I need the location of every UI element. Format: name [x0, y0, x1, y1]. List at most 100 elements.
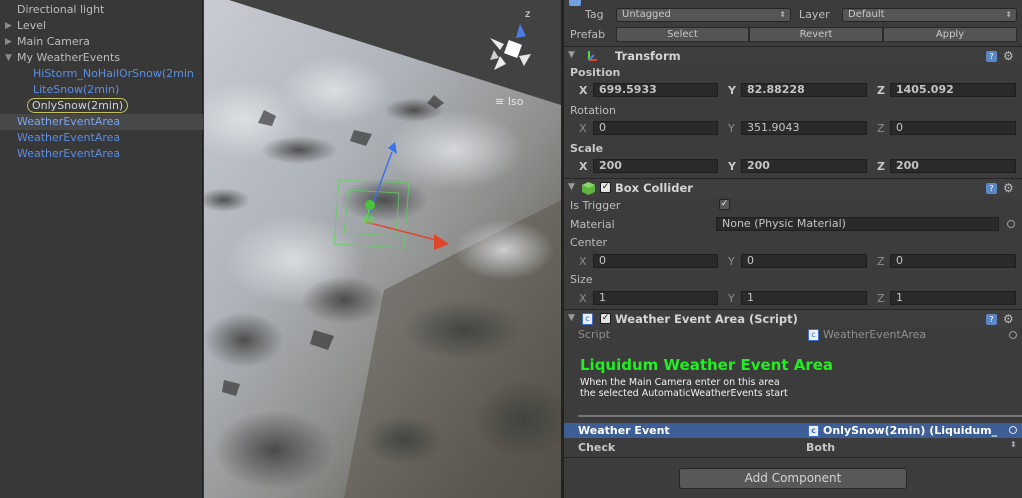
axis-z-label: Z: [877, 84, 885, 97]
section-divider: [578, 415, 1022, 417]
axis-z-label: Z: [877, 122, 885, 135]
check-label: Check: [578, 441, 616, 454]
axis-x-label: X: [579, 292, 587, 305]
help-icon[interactable]: ?: [986, 314, 997, 325]
hierarchy-item-label: LiteSnow(2min): [33, 83, 120, 96]
check-dropdown[interactable]: Both: [806, 441, 835, 454]
hierarchy-item-label: HiStorm_NoHailOrSnow(2min: [33, 67, 194, 80]
hierarchy-item-main-camera[interactable]: ▶ Main Camera: [0, 34, 203, 50]
weather-event-row[interactable]: Weather Event c OnlySnow(2min) (Liquidum_: [564, 423, 1022, 438]
hierarchy-item-label: OnlySnow(2min): [27, 98, 129, 113]
box-collider-enabled-checkbox[interactable]: ✓: [600, 182, 611, 193]
hierarchy-item-level[interactable]: ▶ Level: [0, 18, 203, 34]
hierarchy-item-label: WeatherEventArea: [17, 147, 121, 160]
foldout-arrow-icon[interactable]: ▼: [568, 182, 575, 192]
script-reference[interactable]: c WeatherEventArea: [808, 328, 926, 341]
axis-x-label: X: [579, 122, 587, 135]
weather-event-label: Weather Event: [578, 424, 670, 437]
gear-icon[interactable]: ⚙: [1003, 313, 1014, 325]
script-icon: c: [582, 313, 593, 325]
box-collider-header[interactable]: ▼ ✓ Box Collider ? ⚙: [564, 178, 1022, 197]
transform-header[interactable]: ▼ Transform ? ⚙: [564, 46, 1022, 65]
object-picker-icon[interactable]: [1009, 331, 1017, 339]
layer-dropdown[interactable]: Default ⬍: [842, 8, 1017, 22]
rotation-y-field[interactable]: 351.9043: [741, 121, 867, 135]
check-value: Both: [806, 441, 836, 454]
projection-label: Iso: [507, 95, 524, 108]
axis-z-label: Z: [877, 292, 885, 305]
scale-z-field[interactable]: 200: [890, 159, 1016, 173]
hierarchy-item-weather-event-area-selected[interactable]: WeatherEventArea: [0, 114, 203, 130]
size-x-field[interactable]: 1: [593, 291, 718, 305]
position-label: Position: [570, 66, 621, 79]
dropdown-arrows-icon: ⬍: [1010, 440, 1017, 449]
foldout-arrow-icon[interactable]: ▼: [568, 313, 575, 323]
size-y-field[interactable]: 1: [741, 291, 867, 305]
foldout-arrow-icon[interactable]: ▼: [568, 50, 575, 60]
layer-label: Layer: [799, 8, 830, 21]
scale-x-field[interactable]: 200: [593, 159, 718, 173]
rotation-x-field[interactable]: 0: [593, 121, 718, 135]
scale-label: Scale: [570, 142, 604, 155]
center-z-field[interactable]: 0: [890, 254, 1016, 268]
prefab-apply-button[interactable]: Apply: [883, 27, 1017, 42]
script-icon: c: [808, 329, 819, 341]
is-trigger-checkbox[interactable]: ✓: [719, 199, 730, 210]
menu-lines-icon: ≡: [495, 95, 505, 108]
position-y-field[interactable]: 82.88228: [741, 83, 867, 97]
expand-triangle-icon[interactable]: ▶: [5, 18, 12, 34]
weather-script-header[interactable]: ▼ c ✓ Weather Event Area (Script) ? ⚙: [564, 309, 1022, 328]
hierarchy-item-historm[interactable]: HiStorm_NoHailOrSnow(2min: [0, 66, 203, 82]
expand-triangle-icon[interactable]: ▶: [5, 34, 12, 50]
layer-value: Default: [848, 9, 885, 20]
hierarchy-item-directional-light[interactable]: Directional light: [0, 2, 203, 18]
rotation-z-field[interactable]: 0: [890, 121, 1016, 135]
gear-icon[interactable]: ⚙: [1003, 182, 1014, 194]
script-enabled-checkbox[interactable]: ✓: [600, 313, 611, 324]
hierarchy-item-weather-event-area[interactable]: WeatherEventArea: [0, 146, 203, 162]
script-value: WeatherEventArea: [823, 328, 927, 341]
scene-view[interactable]: z ≡ Iso: [204, 0, 561, 498]
axis-x-label: X: [579, 84, 588, 97]
center-x-field[interactable]: 0: [593, 254, 718, 268]
dropdown-arrows-icon: ⬍: [779, 10, 786, 19]
size-z-field[interactable]: 1: [890, 291, 1016, 305]
weather-area-heading: Liquidum Weather Event Area: [580, 356, 834, 374]
weather-area-description-2: the selected AutomaticWeatherEvents star…: [580, 388, 788, 399]
hierarchy-item-litesnow[interactable]: LiteSnow(2min): [0, 82, 203, 98]
axis-z-label: Z: [877, 160, 885, 173]
tag-dropdown[interactable]: Untagged ⬍: [616, 8, 791, 22]
position-z-field[interactable]: 1405.092: [890, 83, 1016, 97]
size-label: Size: [570, 273, 593, 286]
hierarchy-item-onlysnow[interactable]: OnlySnow(2min): [0, 97, 203, 115]
hierarchy-item-label: My WeatherEvents: [17, 51, 121, 64]
weather-event-field[interactable]: c OnlySnow(2min) (Liquidum_: [808, 424, 997, 437]
transform-axes-icon: [588, 51, 597, 61]
hierarchy-item-my-weather-events[interactable]: ▼ My WeatherEvents: [0, 50, 203, 66]
projection-toggle[interactable]: ≡ Iso: [495, 95, 523, 108]
material-label: Material: [570, 218, 615, 231]
scale-y-field[interactable]: 200: [741, 159, 867, 173]
center-label: Center: [570, 236, 608, 249]
gear-icon[interactable]: ⚙: [1003, 50, 1014, 62]
object-picker-icon[interactable]: [1009, 426, 1017, 434]
tag-value: Untagged: [622, 9, 671, 20]
tag-label: Tag: [585, 8, 604, 21]
help-icon[interactable]: ?: [986, 51, 997, 62]
prefab-revert-button[interactable]: Revert: [749, 27, 883, 42]
collapse-triangle-icon[interactable]: ▼: [5, 50, 12, 66]
section-divider: [564, 457, 1022, 458]
hierarchy-item-label: WeatherEventArea: [17, 131, 121, 144]
help-icon[interactable]: ?: [986, 183, 997, 194]
add-component-button[interactable]: Add Component: [679, 468, 907, 489]
hierarchy-item-label: Main Camera: [17, 35, 90, 48]
material-field[interactable]: None (Physic Material): [716, 217, 999, 231]
transform-title: Transform: [615, 49, 681, 63]
object-picker-icon[interactable]: [1007, 220, 1015, 228]
hierarchy-item-weather-event-area[interactable]: WeatherEventArea: [0, 130, 203, 146]
prefab-select-button[interactable]: Select: [616, 27, 749, 42]
center-y-field[interactable]: 0: [741, 254, 867, 268]
position-x-field[interactable]: 699.5933: [593, 83, 718, 97]
axis-y-label: Y: [728, 255, 735, 268]
hierarchy-item-label: WeatherEventArea: [17, 115, 121, 128]
